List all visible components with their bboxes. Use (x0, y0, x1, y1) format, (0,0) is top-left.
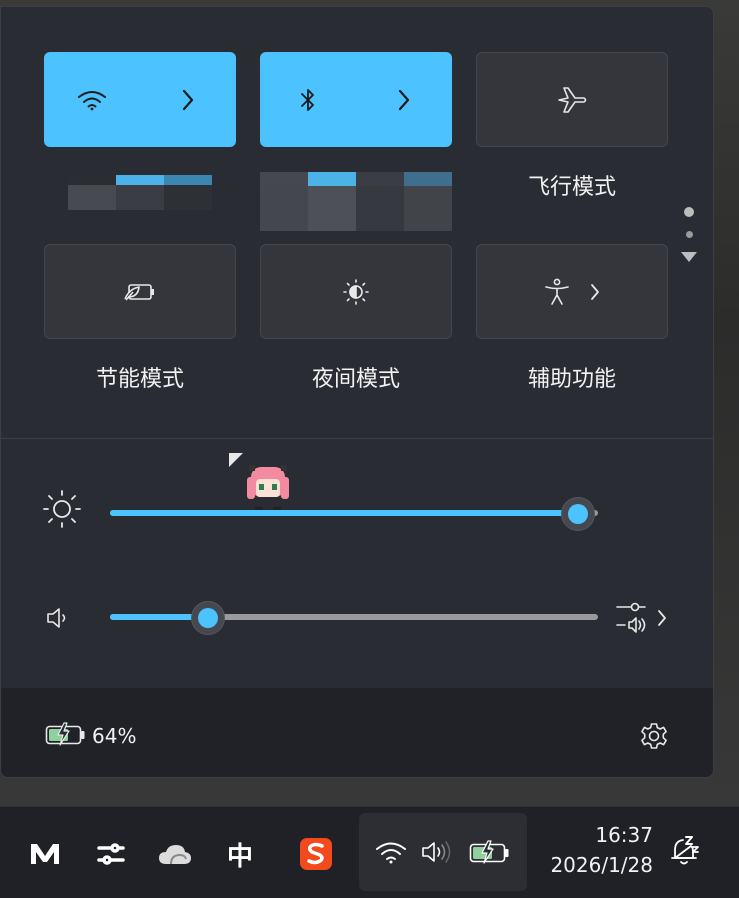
chevron-right-icon (397, 89, 411, 111)
airplane-icon (556, 85, 588, 115)
chevron-right-icon (657, 609, 667, 631)
audio-output-button[interactable] (613, 601, 675, 639)
desktop-pet-character (245, 459, 291, 511)
wifi-icon (373, 837, 409, 867)
sliders-icon[interactable] (94, 837, 128, 871)
sun-icon (41, 488, 83, 534)
airplane-mode-label: 飞行模式 (527, 175, 616, 200)
battery-status[interactable]: 64% (45, 720, 145, 752)
bluetooth-expand-button[interactable] (356, 52, 452, 147)
sogou-icon[interactable] (297, 835, 335, 873)
notification-snooze-icon[interactable] (667, 833, 703, 869)
wifi-toggle[interactable] (44, 52, 140, 147)
volume-slider[interactable] (110, 614, 598, 620)
brightness-slider[interactable] (110, 510, 598, 516)
taskbar: 中 16:37 2026/1/28 (0, 806, 739, 898)
cloud-icon[interactable] (156, 837, 194, 871)
speaker-icon[interactable] (45, 605, 69, 635)
night-light-label: 夜间模式 (311, 367, 400, 392)
chevron-right-icon (589, 282, 601, 302)
page-dot[interactable] (685, 231, 693, 238)
battery-charging-icon (45, 722, 87, 750)
chevron-right-icon (181, 89, 195, 111)
bluetooth-device-name-redacted (260, 172, 452, 231)
page-dot-active[interactable] (684, 207, 694, 217)
wifi-icon (77, 89, 107, 111)
battery-percent: 64% (92, 724, 137, 748)
clock-date[interactable]: 2026/1/28 (513, 853, 653, 877)
battery-saver-label: 节能模式 (95, 367, 184, 392)
app-m-icon[interactable] (28, 837, 62, 871)
gear-icon[interactable] (638, 721, 670, 757)
ime-icon[interactable]: 中 (222, 835, 258, 873)
system-tray-status-group[interactable] (359, 813, 527, 891)
page-indicator[interactable] (679, 207, 699, 262)
wifi-network-name-redacted (68, 175, 212, 210)
volume-slider-thumb[interactable] (190, 601, 225, 635)
brightness-slider-thumb[interactable] (561, 497, 596, 531)
bluetooth-toggle[interactable] (260, 52, 356, 147)
bluetooth-icon (300, 87, 316, 113)
accessibility-icon (543, 277, 571, 307)
night-light-tile[interactable] (260, 244, 452, 339)
audio-output-icon (613, 601, 649, 639)
brightness-slider-fill (110, 510, 579, 516)
night-light-icon (341, 277, 371, 307)
airplane-mode-tile[interactable] (476, 52, 668, 147)
battery-saver-icon (123, 281, 157, 303)
speaker-icon (419, 837, 455, 867)
accessibility-tile[interactable] (476, 244, 668, 339)
wifi-tile[interactable] (44, 52, 236, 147)
bluetooth-tile[interactable] (260, 52, 452, 147)
accessibility-label: 辅助功能 (527, 367, 616, 392)
quick-settings-panel: 飞行模式 节能模式 夜间模式 辅助功能 64% (0, 6, 714, 778)
wifi-expand-button[interactable] (140, 52, 236, 147)
battery-charging-icon (467, 837, 513, 867)
divider (1, 438, 713, 439)
cursor-arrow-icon (229, 453, 243, 467)
clock-time[interactable]: 16:37 (513, 823, 653, 847)
scroll-down-icon[interactable] (681, 252, 697, 262)
quick-settings-footer: 64% (1, 688, 713, 777)
battery-saver-tile[interactable] (44, 244, 236, 339)
